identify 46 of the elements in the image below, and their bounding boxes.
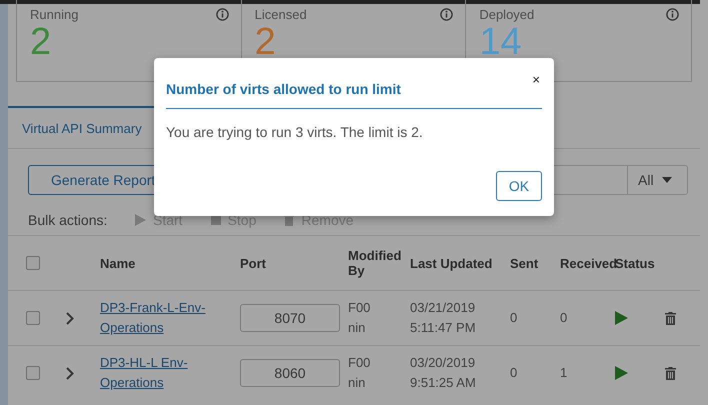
play-icon — [135, 214, 146, 226]
bulk-actions-label: Bulk actions: — [28, 212, 108, 228]
stat-value: 2 — [30, 22, 52, 62]
stop-icon — [210, 215, 221, 225]
trash-icon[interactable] — [665, 312, 676, 324]
virt-name-link[interactable]: DP3-Frank-L-Env-Operations — [100, 298, 240, 338]
play-icon[interactable] — [615, 366, 628, 380]
select-all-checkbox[interactable] — [26, 256, 40, 270]
play-icon[interactable] — [615, 311, 628, 325]
stat-label: Running — [30, 7, 78, 22]
chevron-icon[interactable] — [66, 312, 74, 324]
column-header: Sent — [510, 256, 540, 270]
stat-label: Licensed — [254, 7, 307, 22]
row-checkbox[interactable] — [26, 366, 40, 380]
table-cell-text: 03/21/2019 5:11:47 PM — [410, 299, 477, 337]
table-cell-text: 0 — [510, 309, 518, 327]
ok-button[interactable]: OK — [496, 171, 542, 201]
filter-dropdown[interactable]: All — [627, 165, 688, 195]
chevron-icon[interactable] — [66, 366, 74, 380]
dialog-title: Number of virts allowed to run limit — [166, 81, 401, 97]
row-checkbox[interactable] — [26, 311, 40, 325]
column-header: Modified By — [348, 248, 402, 278]
column-header: Name — [100, 256, 136, 270]
table-cell-text: 0 — [560, 309, 568, 327]
caret-icon — [662, 177, 672, 183]
table-cell-text: F00 nin — [348, 299, 372, 337]
stat-value: 14 — [479, 22, 522, 62]
column-header: Received — [560, 256, 615, 270]
stat-label: Deployed — [479, 7, 534, 22]
table-cell-text: F00 nin — [348, 354, 372, 392]
column-header: Status — [615, 256, 656, 270]
stat-value: 2 — [254, 22, 276, 62]
column-header: Last Updated — [410, 256, 494, 270]
trash-icon[interactable] — [665, 366, 676, 380]
column-header: Port — [240, 256, 267, 270]
dialog-message: You are trying to run 3 virts. The limit is 2. — [166, 124, 424, 140]
table-cell-text: 1 — [560, 364, 568, 382]
table-cell-text: 03/20/2019 9:51:25 AM — [410, 354, 477, 392]
virt-name-link[interactable]: DP3-HL-L Env-Operations — [100, 353, 240, 393]
port-field[interactable]: 8060 — [240, 359, 340, 387]
info-icon[interactable] — [216, 8, 229, 21]
close-button[interactable]: × — [530, 72, 542, 88]
table-cell-text: 0 — [510, 364, 518, 382]
info-icon[interactable] — [440, 8, 454, 21]
port-field[interactable]: 8070 — [240, 304, 340, 332]
info-icon[interactable] — [666, 8, 679, 21]
